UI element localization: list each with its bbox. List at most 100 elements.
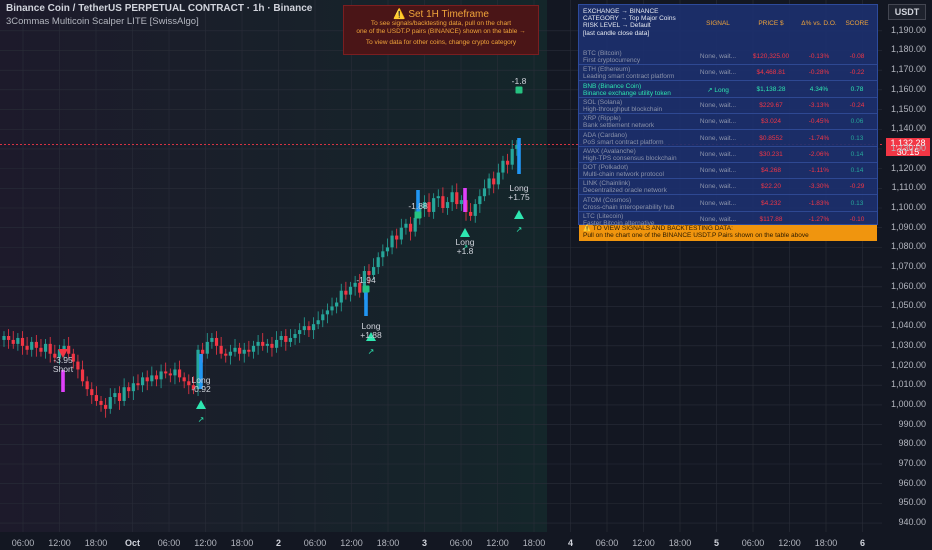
- col-price-header: PRICE $: [758, 20, 784, 27]
- time-axis-label: 06:00: [303, 538, 327, 548]
- candle-body: [293, 334, 297, 338]
- candle-body: [242, 349, 246, 354]
- category-label: CATEGORY → Top Major Coins: [583, 15, 676, 22]
- candle-body: [390, 235, 394, 248]
- coin-cell: ADA (Cardano) PoS smart contract platform: [583, 132, 664, 146]
- candle-body: [210, 337, 214, 342]
- candle-body: [348, 286, 353, 295]
- signal-label: -1.8: [505, 77, 533, 86]
- price-cell: $229.67: [759, 101, 783, 109]
- risk-level-label: RISK LEVEL → Default: [583, 22, 651, 29]
- score-cell: 0.13: [850, 199, 864, 207]
- candle-body: [482, 188, 487, 197]
- candle-body: [173, 369, 177, 376]
- candle-body: [321, 314, 325, 321]
- delta-cell: -2.06%: [808, 150, 830, 158]
- candle-body: [256, 341, 260, 346]
- price-cell: $120,325.00: [752, 53, 790, 60]
- score-cell: -0.10: [849, 216, 865, 223]
- table-header-info: EXCHANGE → BINANCE CATEGORY → Top Major …: [583, 8, 676, 29]
- time-axis-label: 06:00: [157, 538, 181, 548]
- price-axis-label: 970.00: [898, 457, 926, 468]
- candle-body: [108, 397, 112, 409]
- coin-desc: Multi-chain network protocol: [583, 171, 664, 179]
- time-axis-label: 06:00: [595, 538, 619, 548]
- price-axis-label: 1,100.00: [890, 202, 926, 212]
- signal-cell: None, wait...: [699, 53, 737, 60]
- table-row: BTC (Bitcoin) First cryptocurrency None, w…: [579, 49, 877, 65]
- coin-cell: DOT (Polkadot) Multi-chain network protoc…: [583, 164, 664, 178]
- table-row: XRP (Ripple) Bank settlement network None,…: [579, 114, 877, 131]
- candle-body: [404, 223, 408, 228]
- candle-body: [413, 217, 417, 232]
- time-axis-label: 12:00: [778, 538, 801, 548]
- time-axis-label: 18:00: [668, 538, 692, 548]
- timeframe-warning-box: ⚠️ Set 1H Timeframe To see signals/backt…: [343, 5, 539, 55]
- time-axis-label: 18:00: [230, 538, 254, 548]
- coin-name: ADA (Cardano): [583, 131, 628, 139]
- price-axis-label: 1,170.00: [890, 64, 926, 75]
- time-axis-label: 12:00: [194, 538, 217, 548]
- coin-name: SOL (Solana): [583, 98, 623, 106]
- price-axis-label: 940.00: [898, 517, 926, 528]
- candle-body: [150, 375, 154, 382]
- signal-cell: None, wait...: [699, 134, 737, 142]
- candle-body: [408, 223, 413, 232]
- coin-desc: High-TPS consensus blockchain: [583, 154, 677, 162]
- coin-desc: Decentralized oracle network: [583, 187, 667, 195]
- coin-cell: XRP (Ripple) Bank settlement network: [583, 115, 654, 129]
- signal-type: Short: [52, 364, 74, 374]
- candle-body: [279, 335, 283, 340]
- score-cell: 0.14: [850, 167, 864, 175]
- signal-cell: None, wait...: [699, 118, 737, 126]
- price-axis-label: 960.00: [898, 477, 926, 488]
- coin-desc: Cross-chain interoperability hub: [583, 203, 675, 211]
- candle-body: [159, 371, 163, 380]
- candle-body: [478, 196, 482, 205]
- currency-badge[interactable]: USDT: [888, 4, 926, 20]
- candle-body: [344, 290, 348, 295]
- signal-cell: None, wait...: [699, 216, 737, 223]
- chart-area[interactable]: ↗ ↗ ↗ ↗ Binance Coin / TetherUS PERPETUAL C…: [0, 0, 932, 550]
- price-cell: $4.232: [761, 199, 781, 207]
- price-axis-label: 950.00: [898, 497, 926, 508]
- coin-name: LTC (Litecoin): [583, 213, 624, 220]
- price-cell: $1,138.28: [756, 85, 786, 93]
- coin-desc: First cryptocurrency: [583, 57, 641, 64]
- signal-value: -0.92: [191, 384, 211, 394]
- coin-desc: Leading smart contract platform: [583, 73, 675, 81]
- candle-body: [43, 343, 48, 352]
- price-axis-label: 1,030.00: [890, 339, 926, 350]
- delta-cell: -1.83%: [808, 199, 830, 207]
- candle-body: [376, 257, 380, 268]
- table-row: ATOM (Cosmos) Cross-chain interoperabilit…: [579, 196, 877, 212]
- candle-body: [90, 389, 94, 396]
- symbol-title[interactable]: Binance Coin / TetherUS PERPETUAL CONTRA…: [6, 3, 312, 14]
- time-axis-label: 12:00: [486, 538, 509, 548]
- score-cell: -0.08: [849, 53, 865, 60]
- delta-cell: -0.28%: [808, 69, 830, 77]
- price-axis-label: 1,150.00: [890, 103, 926, 114]
- candle-body: [168, 373, 172, 376]
- indicator-title[interactable]: 3Commas Multicoin Scalper LITE [SwissAlg…: [6, 16, 199, 27]
- candle-body: [311, 324, 316, 331]
- price-axis-label: 1,020.00: [890, 359, 926, 370]
- time-axis-label: 4: [567, 538, 574, 548]
- candle-body: [496, 172, 500, 185]
- candle-body: [288, 337, 293, 342]
- candle-body: [182, 377, 186, 382]
- coin-desc: PoS smart contract platform: [583, 138, 664, 146]
- candle-body: [265, 343, 269, 346]
- signal-cell: None, wait...: [699, 69, 737, 77]
- candle-body: [298, 330, 302, 335]
- score-cell: -0.29: [849, 183, 865, 191]
- warning-line-2: one of the USDT.P pairs (BINANCE) shown …: [356, 28, 526, 35]
- time-axis-label: 2: [275, 538, 282, 548]
- signal-bar: [463, 188, 467, 212]
- delta-cell: -0.45%: [808, 118, 830, 126]
- candle-body: [307, 326, 311, 331]
- coin-name: AVAX (Avalanche): [583, 147, 636, 155]
- warning-line-1: To see signals/backtesting data, pull on…: [370, 20, 512, 27]
- arrow-up-right-icon: ↗: [516, 225, 523, 234]
- candle-body: [274, 339, 279, 348]
